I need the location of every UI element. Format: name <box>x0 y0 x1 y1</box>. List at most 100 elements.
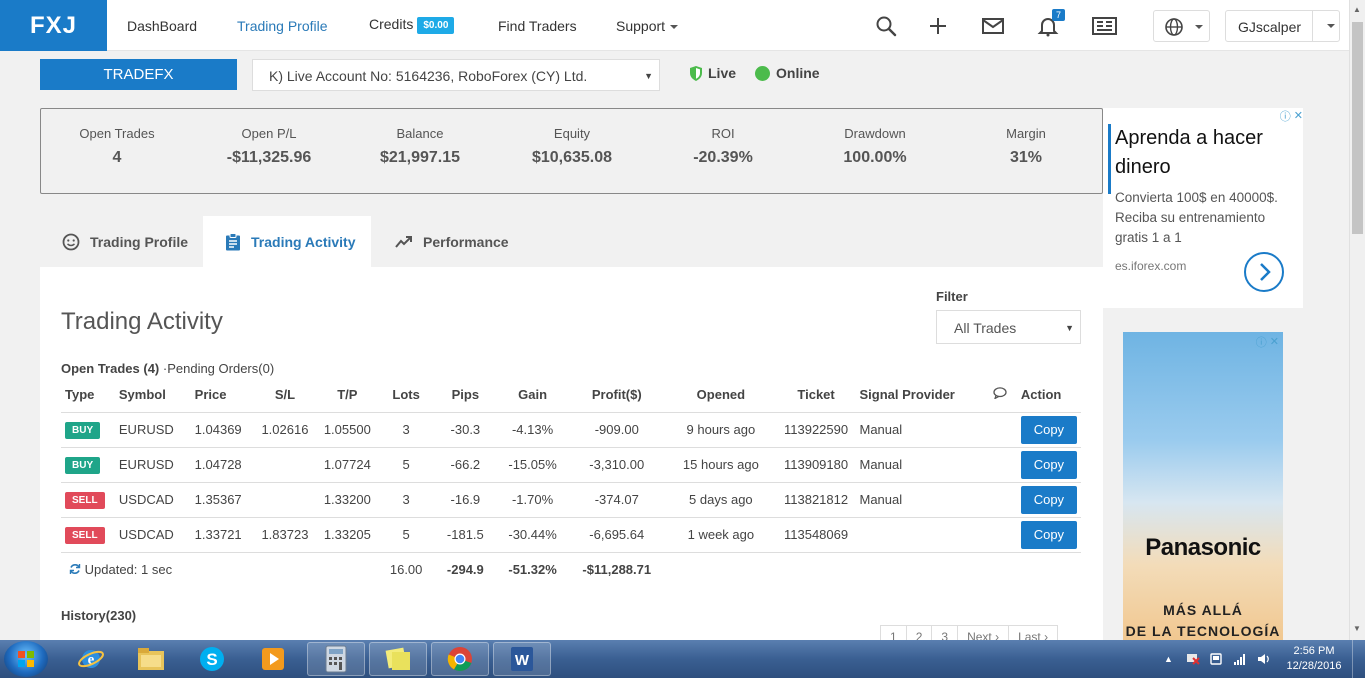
ad-panasonic[interactable]: ⓘ ✕ Panasonic MÁS ALLÁ DE LA TECNOLOGÍA <box>1123 332 1283 642</box>
taskbar-calculator[interactable] <box>307 642 365 676</box>
nav-trading-profile[interactable]: Trading Profile <box>237 18 328 34</box>
tp-cell: 1.33200 <box>316 482 379 518</box>
mail-icon[interactable] <box>981 14 1005 38</box>
skype-icon: S <box>200 647 224 671</box>
ad-tagline-line: MÁS ALLÁ <box>1163 602 1243 618</box>
copy-trade-button[interactable]: Copy <box>1020 485 1077 514</box>
ad-go-button[interactable] <box>1244 252 1284 292</box>
stat-label: Balance <box>396 126 444 141</box>
user-menu-toggle[interactable] <box>1312 11 1340 41</box>
pending-orders-tab[interactable]: ·Pending Orders(0) <box>163 361 274 376</box>
svg-text:W: W <box>515 652 530 669</box>
live-indicator: Live <box>690 65 736 81</box>
copy-trade-button[interactable]: Copy <box>1020 415 1077 444</box>
ad-headline[interactable]: Aprenda a hacer dinero <box>1115 124 1295 182</box>
trade-type-cell: BUY <box>61 447 115 483</box>
filter-select[interactable]: All Trades ▼ <box>936 310 1081 344</box>
stat-label: Open P/L <box>241 126 297 141</box>
history-header: History(230) <box>61 608 137 623</box>
show-desktop-button[interactable] <box>1352 640 1365 678</box>
copy-trade-button[interactable]: Copy <box>1020 520 1077 549</box>
taskbar-media-player[interactable] <box>244 642 302 676</box>
ad-tagline-line: DE LA TECNOLOGÍA <box>1125 623 1281 639</box>
taskbar-chrome[interactable] <box>431 642 489 676</box>
tp-cell: 1.07724 <box>316 447 379 483</box>
plus-icon[interactable] <box>926 14 950 38</box>
ad-iforex[interactable]: ⓘ ✕ Aprenda a hacer dinero Convierta 100$… <box>1103 108 1303 308</box>
start-button[interactable] <box>4 641 48 677</box>
nav-support-label: Support <box>616 18 666 34</box>
info-icon[interactable]: ⓘ <box>1256 334 1267 350</box>
clock-date: 12/28/2016 <box>1286 660 1342 672</box>
open-trades-tab[interactable]: Open Trades (4) <box>61 361 159 376</box>
ad-accent-bar <box>1108 124 1111 194</box>
page-title: Trading Activity <box>61 308 223 335</box>
chevron-down-icon <box>1327 24 1335 28</box>
network-icon[interactable] <box>1233 653 1247 665</box>
table-row: BUY EURUSD 1.04728 1.07724 5 -66.2 -15.0… <box>61 447 1081 483</box>
nav-credits-label: Credits <box>369 16 414 32</box>
trend-up-icon <box>395 235 412 248</box>
opened-cell: 1 week ago <box>665 517 777 553</box>
action-center-icon[interactable] <box>1186 653 1200 665</box>
scroll-up-icon[interactable]: ▲ <box>1353 5 1361 14</box>
tab-performance[interactable]: Performance <box>371 216 531 267</box>
logo[interactable]: FXJ <box>0 0 107 51</box>
live-label: Live <box>708 65 737 81</box>
price-cell: 1.35367 <box>190 482 254 518</box>
nav-credits[interactable]: Credits $0.00 <box>369 16 455 34</box>
tab-trading-activity[interactable]: Trading Activity <box>203 216 371 267</box>
col-profit: Profit($) <box>568 377 666 413</box>
stat-label: Drawdown <box>844 126 906 141</box>
tab-trading-profile[interactable]: Trading Profile <box>40 216 203 267</box>
device-icon[interactable] <box>1209 653 1223 665</box>
tab-label: Performance <box>423 233 509 250</box>
newspaper-icon[interactable] <box>1091 14 1118 38</box>
close-icon[interactable]: ✕ <box>1270 335 1279 348</box>
nav-dashboard[interactable]: DashBoard <box>127 18 197 34</box>
volume-icon[interactable] <box>1257 653 1271 665</box>
comment-cell <box>982 517 1017 553</box>
taskbar-word[interactable]: W <box>493 642 551 676</box>
nav-support[interactable]: Support <box>616 18 679 34</box>
taskbar-internet-explorer[interactable]: e <box>62 642 120 676</box>
system-clock[interactable]: 2:56 PM 12/28/2016 <box>1284 644 1344 674</box>
account-select[interactable]: K) Live Account No: 5164236, RoboForex (… <box>252 59 660 91</box>
taskbar-sticky-notes[interactable] <box>369 642 427 676</box>
scrollbar-thumb[interactable] <box>1352 22 1363 234</box>
action-cell: Copy <box>1016 412 1081 448</box>
tray-expand-icon[interactable]: ▲ <box>1164 654 1173 664</box>
scroll-down-icon[interactable]: ▼ <box>1353 624 1361 633</box>
refresh-icon[interactable] <box>69 563 81 575</box>
filter-select-value: All Trades <box>954 320 1017 336</box>
language-selector[interactable] <box>1153 10 1210 42</box>
info-icon[interactable]: ⓘ <box>1280 108 1291 124</box>
opened-cell: 9 hours ago <box>665 412 777 448</box>
notification-badge: 7 <box>1052 9 1066 21</box>
total-pips: -294.9 <box>446 562 484 578</box>
copy-trade-button[interactable]: Copy <box>1020 450 1077 479</box>
page-scrollbar[interactable]: ▲ ▼ <box>1349 0 1365 640</box>
tab-label: Trading Activity <box>251 233 356 250</box>
close-icon[interactable]: ✕ <box>1294 109 1303 122</box>
ad-domain: es.iforex.com <box>1115 259 1187 273</box>
taskbar-skype[interactable]: S <box>183 642 241 676</box>
comment-cell <box>982 482 1017 518</box>
account-select-value: K) Live Account No: 5164236, RoboForex (… <box>269 68 588 84</box>
stat-value: $21,997.15 <box>379 149 461 166</box>
user-menu[interactable]: GJscalper <box>1225 10 1340 42</box>
search-icon[interactable] <box>874 14 898 38</box>
taskbar-file-explorer[interactable] <box>122 642 180 676</box>
lots-cell: 5 <box>378 517 434 553</box>
account-name-button[interactable]: TRADEFX <box>40 59 237 90</box>
comment-icon <box>992 386 1007 400</box>
ad-choices[interactable]: ⓘ ✕ <box>1273 108 1303 123</box>
nav-find-traders[interactable]: Find Traders <box>498 18 577 34</box>
top-nav: FXJ DashBoard Trading Profile Credits $0.… <box>0 0 1365 51</box>
word-icon: W <box>511 647 533 671</box>
profit-cell: -3,310.00 <box>568 447 666 483</box>
open-trades-header: Open Trades (4) ·Pending Orders(0) <box>61 361 274 376</box>
folder-icon <box>138 648 164 670</box>
ad-text: Convierta 100$ en 40000$. Reciba su entr… <box>1115 190 1278 245</box>
ad-choices[interactable]: ⓘ ✕ <box>1249 334 1279 349</box>
